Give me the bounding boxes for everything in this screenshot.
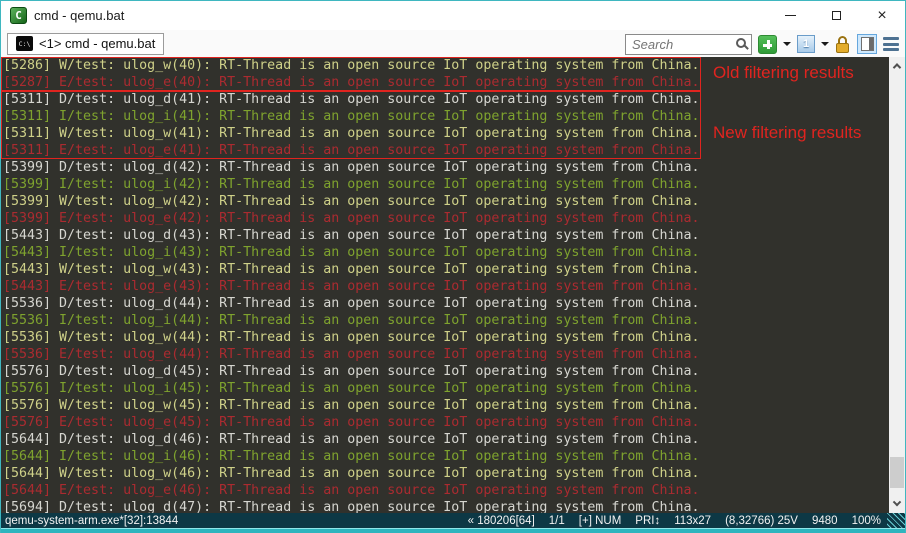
statusbar-right: « 180206[64] 1/1 [+] NUM PRI↕ 113x27 (8,32766… [468,515,887,527]
log-line: [5644] I/test: ulog_i(46): RT-Thread is … [3,448,905,465]
statusbar-item[interactable]: PRI↕ [635,515,660,527]
toggle-sidebar-button[interactable] [857,34,877,54]
terminal[interactable]: [5286] W/test: ulog_w(40): RT-Thread is … [1,57,905,513]
close-icon: × [877,8,886,24]
new-console-dropdown-icon[interactable] [783,42,791,46]
toolbar: 1 [625,33,901,55]
scroll-down-button[interactable] [889,496,905,513]
tab-label: <1> cmd - qemu.bat [39,36,155,51]
scrollbar-thumb[interactable] [890,457,904,488]
statusbar-item[interactable]: 100% [852,515,881,527]
scroll-up-button[interactable] [889,57,905,74]
maximize-button[interactable] [813,1,859,30]
statusbar-item[interactable]: 1/1 [549,515,565,527]
new-filter-annotation: New filtering results [713,123,861,143]
log-line: [5576] E/test: ulog_e(45): RT-Thread is … [3,414,905,431]
status-bar: qemu-system-arm.exe*[32]:13844 « 180206[… [1,513,905,529]
active-process-label: qemu-system-arm.exe*[32]:13844 [1,515,178,527]
log-line: [5399] I/test: ulog_i(42): RT-Thread is … [3,176,905,193]
log-line: [5644] W/test: ulog_w(46): RT-Thread is … [3,465,905,482]
statusbar-item[interactable]: 113x27 [674,515,711,527]
log-line: [5536] I/test: ulog_i(44): RT-Thread is … [3,312,905,329]
log-line: [5644] E/test: ulog_e(46): RT-Thread is … [3,482,905,499]
lock-body [836,43,849,53]
plus-icon [767,40,770,49]
log-line: [5536] W/test: ulog_w(44): RT-Thread is … [3,329,905,346]
new-console-button[interactable] [758,35,777,54]
statusbar-item[interactable]: « 180206[64] [468,515,535,527]
log-line: [5536] E/test: ulog_e(44): RT-Thread is … [3,346,905,363]
conemu-app-icon: C [10,7,27,24]
search-box [625,34,752,55]
window-controls: × [767,1,905,30]
conemu-window: C cmd - qemu.bat × C:\ <1> cmd - qemu.ba… [0,0,906,533]
log-line: [5443] I/test: ulog_i(43): RT-Thread is … [3,244,905,261]
cmd-icon: C:\ [16,36,33,51]
maximize-icon [832,11,841,20]
sidebar-icon [861,37,874,51]
title-bar: C cmd - qemu.bat × [1,1,905,30]
log-line: [5694] D/test: ulog_d(47): RT-Thread is … [3,499,905,513]
window-bottom-border [1,528,905,533]
tab-cmd-qemu[interactable]: C:\ <1> cmd - qemu.bat [7,33,164,55]
close-button[interactable]: × [859,1,905,30]
log-line: [5311] D/test: ulog_d(41): RT-Thread is … [3,91,905,108]
old-filter-annotation: Old filtering results [713,63,854,83]
chevron-down-icon [893,497,901,505]
minimize-button[interactable] [767,1,813,30]
search-icon [736,38,746,48]
chevron-up-icon [893,63,901,71]
log-line: [5399] E/test: ulog_e(42): RT-Thread is … [3,210,905,227]
log-line: [5311] E/test: ulog_e(41): RT-Thread is … [3,142,905,159]
log-line: [5443] E/test: ulog_e(43): RT-Thread is … [3,278,905,295]
log-line: [5399] W/test: ulog_w(42): RT-Thread is … [3,193,905,210]
tab-bar: C:\ <1> cmd - qemu.bat 1 [1,30,905,57]
statusbar-item[interactable]: 9480 [812,515,838,527]
menu-button[interactable] [883,37,899,51]
log-line: [5644] D/test: ulog_d(46): RT-Thread is … [3,431,905,448]
log-line: [5399] D/test: ulog_d(42): RT-Thread is … [3,159,905,176]
console-list-dropdown-icon[interactable] [821,42,829,46]
log-line: [5443] W/test: ulog_w(43): RT-Thread is … [3,261,905,278]
window-title: cmd - qemu.bat [34,8,124,23]
search-input[interactable] [626,35,751,54]
statusbar-item[interactable]: [+] NUM [579,515,622,527]
active-console-button[interactable]: 1 [797,35,815,53]
lock-icon[interactable] [835,35,851,54]
log-line: [5576] I/test: ulog_i(45): RT-Thread is … [3,380,905,397]
log-line: [5536] D/test: ulog_d(44): RT-Thread is … [3,295,905,312]
log-line: [5443] D/test: ulog_d(43): RT-Thread is … [3,227,905,244]
statusbar-item[interactable]: (8,32766) 25V [725,515,798,527]
log-line: [5576] W/test: ulog_w(45): RT-Thread is … [3,397,905,414]
log-line: [5576] D/test: ulog_d(45): RT-Thread is … [3,363,905,380]
vertical-scrollbar[interactable] [889,57,905,513]
resize-grip[interactable] [887,513,905,529]
minimize-icon [785,15,796,16]
